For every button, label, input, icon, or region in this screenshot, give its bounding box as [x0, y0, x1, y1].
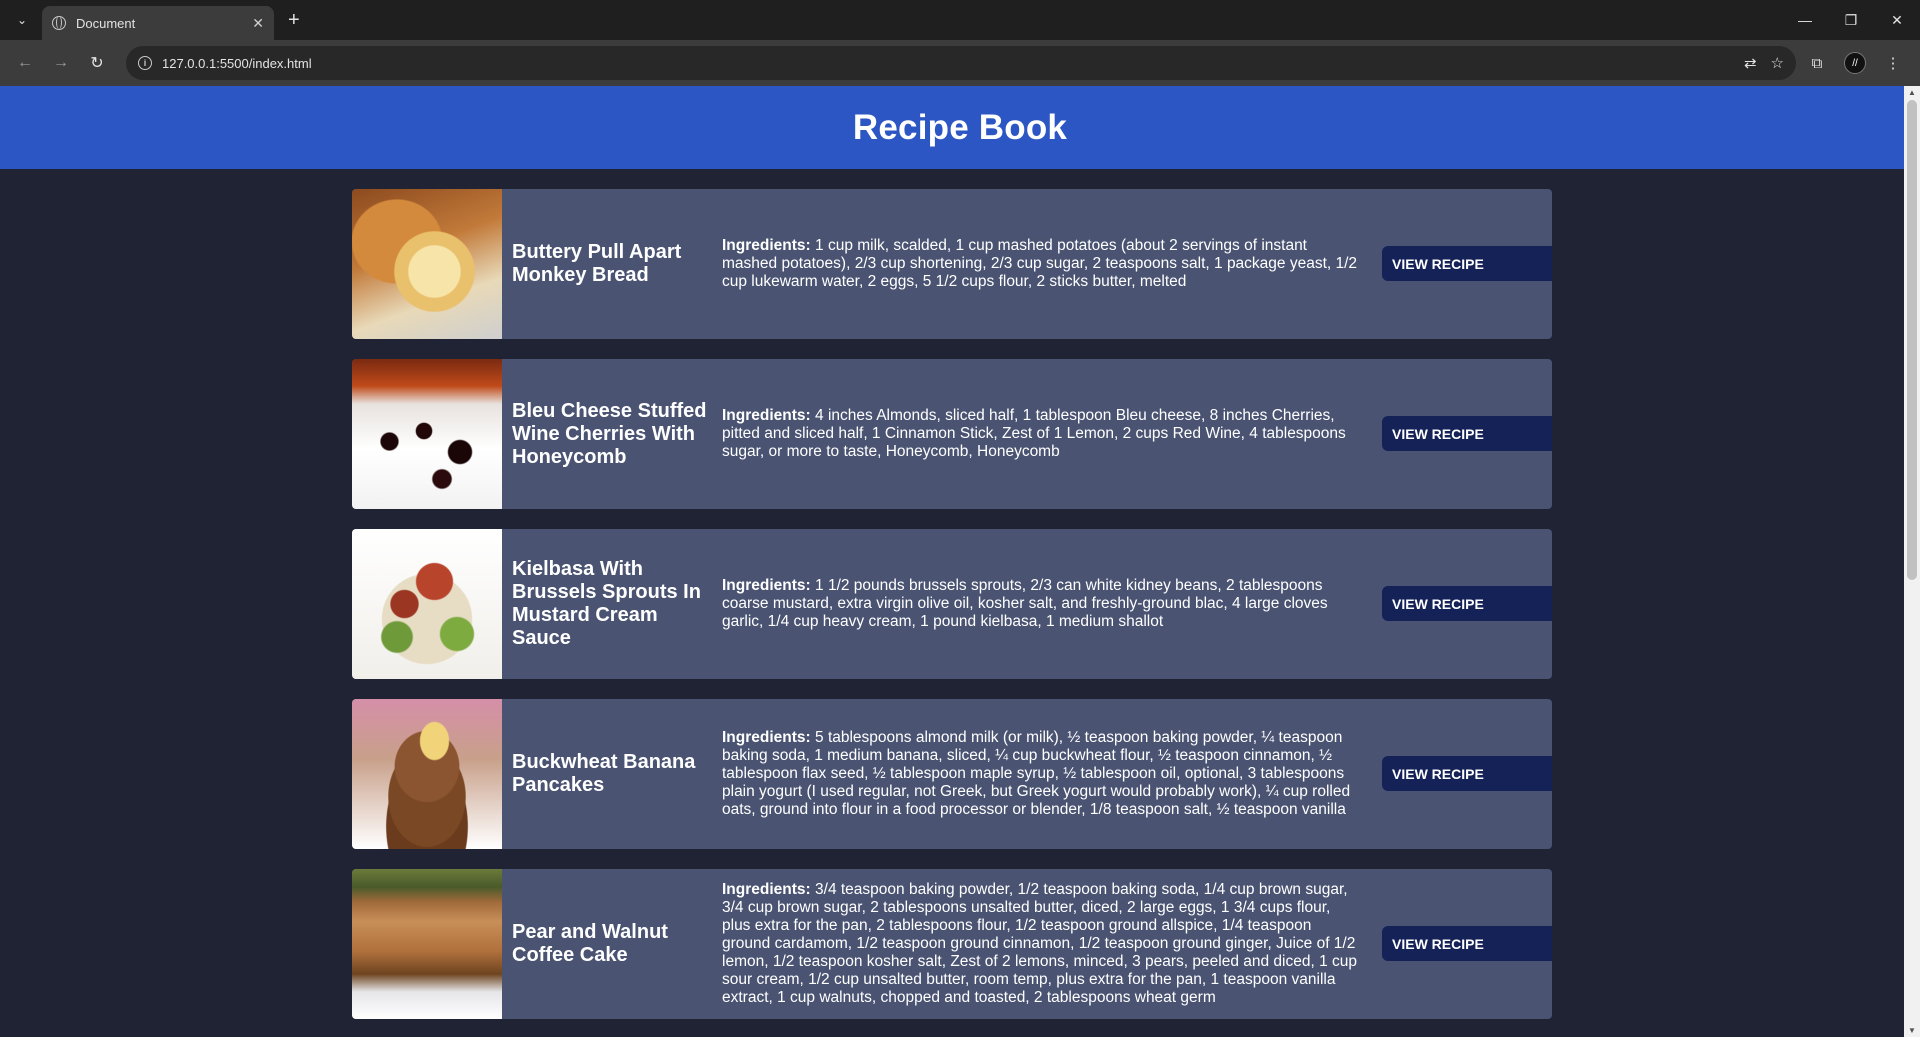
recipe-ingredients: Ingredients: 1 cup milk, scalded, 1 cup …: [722, 237, 1362, 291]
page-viewport: Recipe Book Buttery Pull Apart Monkey Br…: [0, 86, 1920, 1037]
scroll-up-arrow-icon[interactable]: ▲: [1908, 88, 1916, 97]
recipe-ingredients: Ingredients: 5 tablespoons almond milk (…: [722, 729, 1362, 819]
recipe-name: Bleu Cheese Stuffed Wine Cherries With H…: [512, 399, 707, 468]
site-header: Recipe Book: [0, 86, 1920, 169]
recipe-image: [352, 359, 502, 509]
recipe-ingredients: Ingredients: 4 inches Almonds, sliced ha…: [722, 407, 1362, 461]
recipe-card: Buttery Pull Apart Monkey Bread Ingredie…: [352, 189, 1552, 339]
view-recipe-button[interactable]: VIEW RECIPE: [1382, 926, 1552, 961]
recipe-name: Buttery Pull Apart Monkey Bread: [512, 241, 682, 286]
tab-close-icon[interactable]: ✕: [252, 15, 264, 32]
browser-tab-bar: ⌄ Document ✕ + — ❐ ✕: [0, 0, 1920, 40]
view-recipe-button[interactable]: VIEW RECIPE: [1382, 246, 1552, 281]
minimize-icon[interactable]: —: [1782, 0, 1828, 40]
recipe-card: Buckwheat Banana Pancakes Ingredients: 5…: [352, 699, 1552, 849]
window-controls: — ❐ ✕: [1782, 0, 1920, 40]
reload-icon[interactable]: ↻: [82, 48, 112, 78]
address-bar[interactable]: i 127.0.0.1:5500/index.html ⇄ ☆: [126, 46, 1796, 80]
recipe-ingredients: Ingredients: 3/4 teaspoon baking powder,…: [722, 881, 1362, 1007]
back-arrow-icon[interactable]: ←: [10, 48, 40, 78]
forward-arrow-icon[interactable]: →: [46, 48, 76, 78]
recipe-name: Kielbasa With Brussels Sprouts In Mustar…: [512, 558, 701, 649]
ingredients-text: 3/4 teaspoon baking powder, 1/2 teaspoon…: [722, 881, 1358, 1006]
close-window-icon[interactable]: ✕: [1874, 0, 1920, 40]
ingredients-label: Ingredients:: [722, 237, 811, 254]
tab-search-chevron-icon[interactable]: ⌄: [8, 6, 36, 34]
tab-title: Document: [76, 15, 136, 31]
page-title: Recipe Book: [852, 107, 1068, 147]
site-info-icon[interactable]: i: [138, 56, 152, 70]
scroll-down-arrow-icon[interactable]: ▼: [1908, 1026, 1916, 1035]
view-recipe-button[interactable]: VIEW RECIPE: [1382, 586, 1552, 621]
view-recipe-button[interactable]: VIEW RECIPE: [1382, 756, 1552, 791]
recipe-ingredients: Ingredients: 1 1/2 pounds brussels sprou…: [722, 577, 1362, 631]
recipe-card: Kielbasa With Brussels Sprouts In Mustar…: [352, 529, 1552, 679]
ingredients-label: Ingredients:: [722, 729, 811, 746]
ingredients-label: Ingredients:: [722, 577, 811, 594]
recipe-image: [352, 529, 502, 679]
browser-menu-icon[interactable]: ⋮: [1876, 48, 1910, 78]
extensions-puzzle-icon[interactable]: ⧉: [1800, 48, 1834, 78]
ingredients-text: 1 1/2 pounds brussels sprouts, 2/3 can w…: [722, 577, 1328, 630]
page-scrollbar[interactable]: ▲ ▼: [1904, 86, 1920, 1037]
recipe-image: [352, 189, 502, 339]
bookmark-star-icon[interactable]: ☆: [1771, 54, 1784, 72]
new-tab-button[interactable]: +: [288, 9, 300, 32]
globe-icon: [52, 16, 66, 30]
browser-toolbar: ← → ↻ i 127.0.0.1:5500/index.html ⇄ ☆ ⧉ …: [0, 40, 1920, 86]
recipe-card: Pear and Walnut Coffee Cake Ingredients:…: [352, 869, 1552, 1019]
ingredients-text: 1 cup milk, scalded, 1 cup mashed potato…: [722, 237, 1358, 290]
ingredients-label: Ingredients:: [722, 881, 811, 898]
view-recipe-button[interactable]: VIEW RECIPE: [1382, 416, 1552, 451]
recipe-list: Buttery Pull Apart Monkey Bread Ingredie…: [0, 169, 1920, 1019]
profile-avatar[interactable]: //: [1838, 48, 1872, 78]
restore-icon[interactable]: ❐: [1828, 0, 1874, 40]
recipe-name: Pear and Walnut Coffee Cake: [512, 921, 668, 966]
avatar-icon: //: [1844, 52, 1866, 74]
scrollbar-thumb[interactable]: [1907, 100, 1917, 580]
ingredients-label: Ingredients:: [722, 407, 811, 424]
recipe-card: Bleu Cheese Stuffed Wine Cherries With H…: [352, 359, 1552, 509]
translate-icon[interactable]: ⇄: [1744, 54, 1757, 72]
ingredients-text: 4 inches Almonds, sliced half, 1 tablesp…: [722, 407, 1346, 460]
recipe-image: [352, 869, 502, 1019]
recipe-image: [352, 699, 502, 849]
browser-tab[interactable]: Document ✕: [42, 6, 274, 40]
ingredients-text: 5 tablespoons almond milk (or milk), ½ t…: [722, 729, 1351, 818]
recipe-name: Buckwheat Banana Pancakes: [512, 751, 696, 796]
url-text[interactable]: 127.0.0.1:5500/index.html: [162, 56, 1730, 71]
